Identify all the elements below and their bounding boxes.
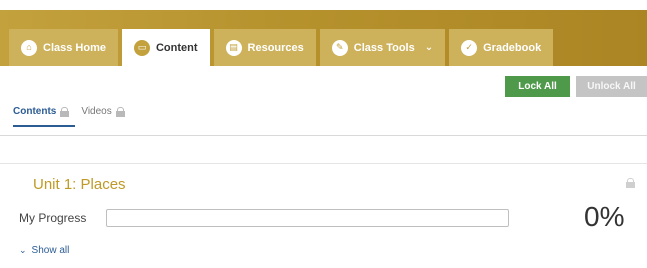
tab-class-tools[interactable]: ✎ Class Tools ⌄	[319, 29, 446, 66]
unit-panel-border	[0, 163, 647, 164]
home-icon: ⌂	[21, 39, 37, 56]
subtab-contents[interactable]: Contents	[13, 106, 76, 127]
progress-bar	[106, 209, 509, 227]
subtab-label: Contents	[13, 106, 57, 117]
tab-label: Resources	[247, 41, 304, 54]
subtabs-divider	[0, 135, 647, 136]
progress-percent: 0%	[584, 201, 625, 232]
main-tabs: ⌂ Class Home ▭ Content ▤ Resources ✎ Cla…	[9, 29, 557, 66]
show-all-toggle[interactable]: ⌄ Show all	[19, 245, 69, 256]
top-strip	[0, 0, 647, 10]
chevron-down-icon: ⌄	[19, 245, 27, 255]
tab-gradebook[interactable]: ✓ Gradebook	[449, 29, 554, 66]
lock-icon	[115, 107, 125, 117]
progress-label: My Progress	[19, 211, 87, 225]
lock-all-button[interactable]: Lock All	[505, 76, 570, 97]
gradebook-icon: ✓	[461, 39, 478, 56]
tab-label: Class Home	[43, 41, 106, 54]
unit-lock-icon[interactable]	[626, 178, 635, 188]
wrench-icon: ✎	[331, 39, 348, 56]
chevron-down-icon: ⌄	[424, 42, 434, 53]
tab-label: Class Tools	[353, 41, 415, 54]
subtab-label: Videos	[81, 106, 112, 117]
show-all-label: Show all	[31, 245, 70, 256]
unit-title[interactable]: Unit 1: Places	[33, 176, 126, 193]
content-subtabs: Contents Videos	[13, 106, 125, 127]
lock-icon	[60, 107, 70, 117]
resources-icon: ▤	[225, 39, 242, 56]
tab-resources[interactable]: ▤ Resources	[213, 29, 316, 66]
book-icon: ▭	[133, 39, 150, 56]
subtab-videos[interactable]: Videos	[81, 106, 125, 127]
tab-class-home[interactable]: ⌂ Class Home	[9, 29, 118, 66]
tab-content[interactable]: ▭ Content	[121, 29, 210, 66]
tab-label: Content	[155, 41, 198, 54]
unlock-all-button[interactable]: Unlock All	[576, 76, 647, 97]
top-navigation-bar: ⌂ Class Home ▭ Content ▤ Resources ✎ Cla…	[0, 0, 647, 66]
tab-label: Gradebook	[483, 41, 542, 54]
